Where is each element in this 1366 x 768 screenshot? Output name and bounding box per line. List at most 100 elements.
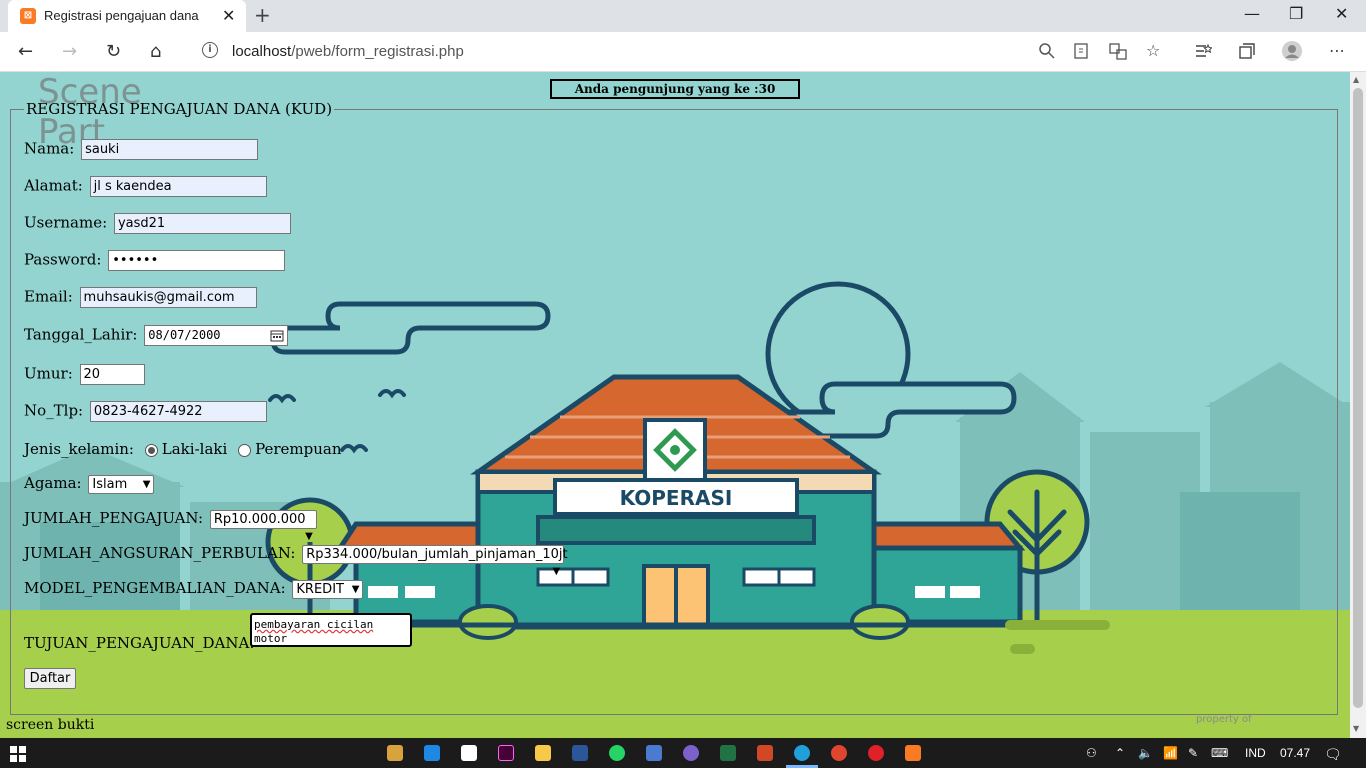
- new-tab-button[interactable]: +: [254, 3, 271, 27]
- model-select[interactable]: KREDIT ▼: [292, 579, 364, 599]
- jumlah-pengajuan-select[interactable]: Rp10.000.000 ▼: [209, 509, 317, 542]
- email-label: Email:: [24, 287, 73, 306]
- keyboard-icon[interactable]: ⌨: [1211, 746, 1228, 760]
- umur-input[interactable]: 20: [79, 364, 145, 385]
- restore-button[interactable]: ❐: [1289, 4, 1303, 23]
- chrome-icon[interactable]: [831, 745, 847, 761]
- tab-title: Registrasi pengajuan dana: [44, 8, 199, 23]
- username-row: Username: yasd21: [24, 213, 291, 234]
- file-explorer-icon[interactable]: [535, 745, 551, 761]
- angsuran-row: JUMLAH_ANGSURAN_PERBULAN: Rp334.000/bula…: [24, 544, 568, 577]
- people-icon[interactable]: ⚇: [1086, 746, 1097, 760]
- favorites-icon[interactable]: [1194, 42, 1212, 60]
- agama-label: Agama:: [24, 474, 82, 492]
- tanggal-input[interactable]: 08/07/2000: [144, 325, 289, 346]
- reload-button[interactable]: ↻: [106, 41, 121, 62]
- jenis-kelamin-row: Jenis_kelamin: Laki-laki Perempuan: [24, 440, 342, 458]
- tujuan-textarea[interactable]: pembayaran cicilan motor: [250, 613, 412, 647]
- volume-icon[interactable]: 🔈: [1138, 746, 1153, 760]
- vertical-scrollbar[interactable]: ▲ ▼: [1350, 72, 1366, 738]
- whatsapp-icon[interactable]: [609, 745, 625, 761]
- translate-icon[interactable]: [1109, 42, 1127, 60]
- zoom-icon[interactable]: [1038, 42, 1056, 60]
- chevron-down-icon: ▼: [142, 478, 151, 490]
- model-value: KREDIT: [296, 581, 344, 597]
- collections-icon[interactable]: [1238, 42, 1256, 60]
- minimize-button[interactable]: —: [1244, 4, 1260, 23]
- mail-icon[interactable]: [424, 745, 440, 761]
- close-window-button[interactable]: ✕: [1335, 4, 1348, 23]
- notlp-input[interactable]: 0823-4627-4922: [89, 401, 267, 422]
- tab-registrasi[interactable]: ⊠ Registrasi pengajuan dana ✕: [8, 0, 246, 32]
- jenis-kelamin-label: Jenis_kelamin:: [24, 440, 134, 458]
- daftar-button[interactable]: Daftar: [24, 668, 76, 689]
- email-input[interactable]: muhsaukis@gmail.com: [79, 287, 257, 308]
- home-button[interactable]: ⌂: [150, 41, 161, 62]
- powerpoint-icon[interactable]: [757, 745, 773, 761]
- url-field[interactable]: i localhost/pweb/form_registrasi.php: [188, 36, 1178, 68]
- scrollbar-thumb[interactable]: [1353, 88, 1363, 708]
- url-host: localhost: [232, 43, 292, 60]
- url-path: /pweb/form_registrasi.php: [291, 43, 464, 60]
- radio-perempuan-label: Perempuan: [255, 440, 342, 458]
- info-icon[interactable]: i: [202, 42, 218, 58]
- back-button[interactable]: ←: [18, 41, 33, 62]
- password-label: Password:: [24, 250, 102, 269]
- language-indicator[interactable]: IND: [1245, 746, 1266, 760]
- notification-icon[interactable]: 🗨: [1324, 746, 1342, 763]
- radio-perempuan[interactable]: [238, 443, 252, 457]
- alamat-row: Alamat: jl s kaendea: [24, 176, 267, 197]
- agama-select[interactable]: Islam ▼: [88, 474, 155, 494]
- scroll-up-icon[interactable]: ▲: [1353, 75, 1359, 84]
- read-aloud-icon[interactable]: [1073, 42, 1091, 60]
- jumlah-pengajuan-label: JUMLAH_PENGAJUAN:: [24, 509, 204, 527]
- tray-chevron-icon[interactable]: ⌃: [1115, 746, 1125, 760]
- windows-start-icon[interactable]: [10, 746, 26, 762]
- fieldset-legend: REGISTRASI PENGAJUAN DANA (KUD): [26, 100, 333, 118]
- umur-label: Umur:: [24, 364, 73, 383]
- agama-value: Islam: [92, 476, 128, 492]
- angsuran-select[interactable]: Rp334.000/bulan_jumlah_pinjaman_10jt ▼: [302, 544, 568, 577]
- radio-laki-laki-label: Laki-laki: [161, 440, 228, 458]
- xampp-icon[interactable]: [905, 745, 921, 761]
- app-icon[interactable]: [646, 745, 662, 761]
- chevron-down-icon: ▼: [351, 583, 360, 595]
- username-input[interactable]: yasd21: [113, 213, 291, 234]
- notlp-row: No_Tlp: 0823-4627-4922: [24, 401, 267, 422]
- adobe-xd-icon[interactable]: [498, 745, 514, 761]
- tanggal-value: 08/07/2000: [148, 328, 221, 342]
- excel-icon[interactable]: [720, 745, 736, 761]
- nama-input[interactable]: sauki: [81, 139, 259, 160]
- username-label: Username:: [24, 213, 108, 232]
- network-icon[interactable]: 📶: [1163, 746, 1178, 760]
- forward-button[interactable]: →: [62, 41, 77, 62]
- store-icon[interactable]: [387, 745, 403, 761]
- model-row: MODEL_PENGEMBALIAN_DANA: KREDIT ▼: [24, 579, 364, 599]
- model-label: MODEL_PENGEMBALIAN_DANA:: [24, 579, 286, 597]
- alamat-input[interactable]: jl s kaendea: [89, 176, 267, 197]
- app-purple-icon[interactable]: [683, 745, 699, 761]
- tab-close-icon[interactable]: ✕: [222, 6, 235, 25]
- clock[interactable]: 07.47: [1280, 746, 1310, 760]
- alamat-label: Alamat:: [24, 176, 83, 195]
- profile-avatar[interactable]: [1281, 40, 1303, 62]
- tujuan-line-1: pembayaran cicilan: [254, 618, 374, 631]
- edge-icon[interactable]: [794, 745, 810, 761]
- paint-icon[interactable]: [461, 745, 477, 761]
- pen-icon[interactable]: ✎: [1188, 746, 1198, 760]
- chevron-down-icon: ▼: [305, 530, 313, 542]
- tab-strip: ⊠ Registrasi pengajuan dana ✕ + — ❐ ✕: [0, 0, 1366, 32]
- scroll-down-icon[interactable]: ▼: [1353, 724, 1359, 733]
- xampp-favicon-icon: ⊠: [20, 8, 36, 24]
- notlp-label: No_Tlp:: [24, 401, 84, 420]
- word-icon[interactable]: [572, 745, 588, 761]
- more-menu-button[interactable]: ⋯: [1329, 41, 1345, 60]
- favorite-star-icon[interactable]: ☆: [1146, 41, 1160, 60]
- agama-row: Agama: Islam ▼: [24, 474, 155, 494]
- angsuran-value: Rp334.000/bulan_jumlah_pinjaman_10jt: [306, 546, 568, 562]
- opera-icon[interactable]: [868, 745, 884, 761]
- calendar-icon[interactable]: [270, 329, 284, 342]
- jumlah-pengajuan-row: JUMLAH_PENGAJUAN: Rp10.000.000 ▼: [24, 509, 317, 542]
- password-input[interactable]: ••••••: [108, 250, 286, 271]
- radio-laki-laki[interactable]: [144, 443, 158, 457]
